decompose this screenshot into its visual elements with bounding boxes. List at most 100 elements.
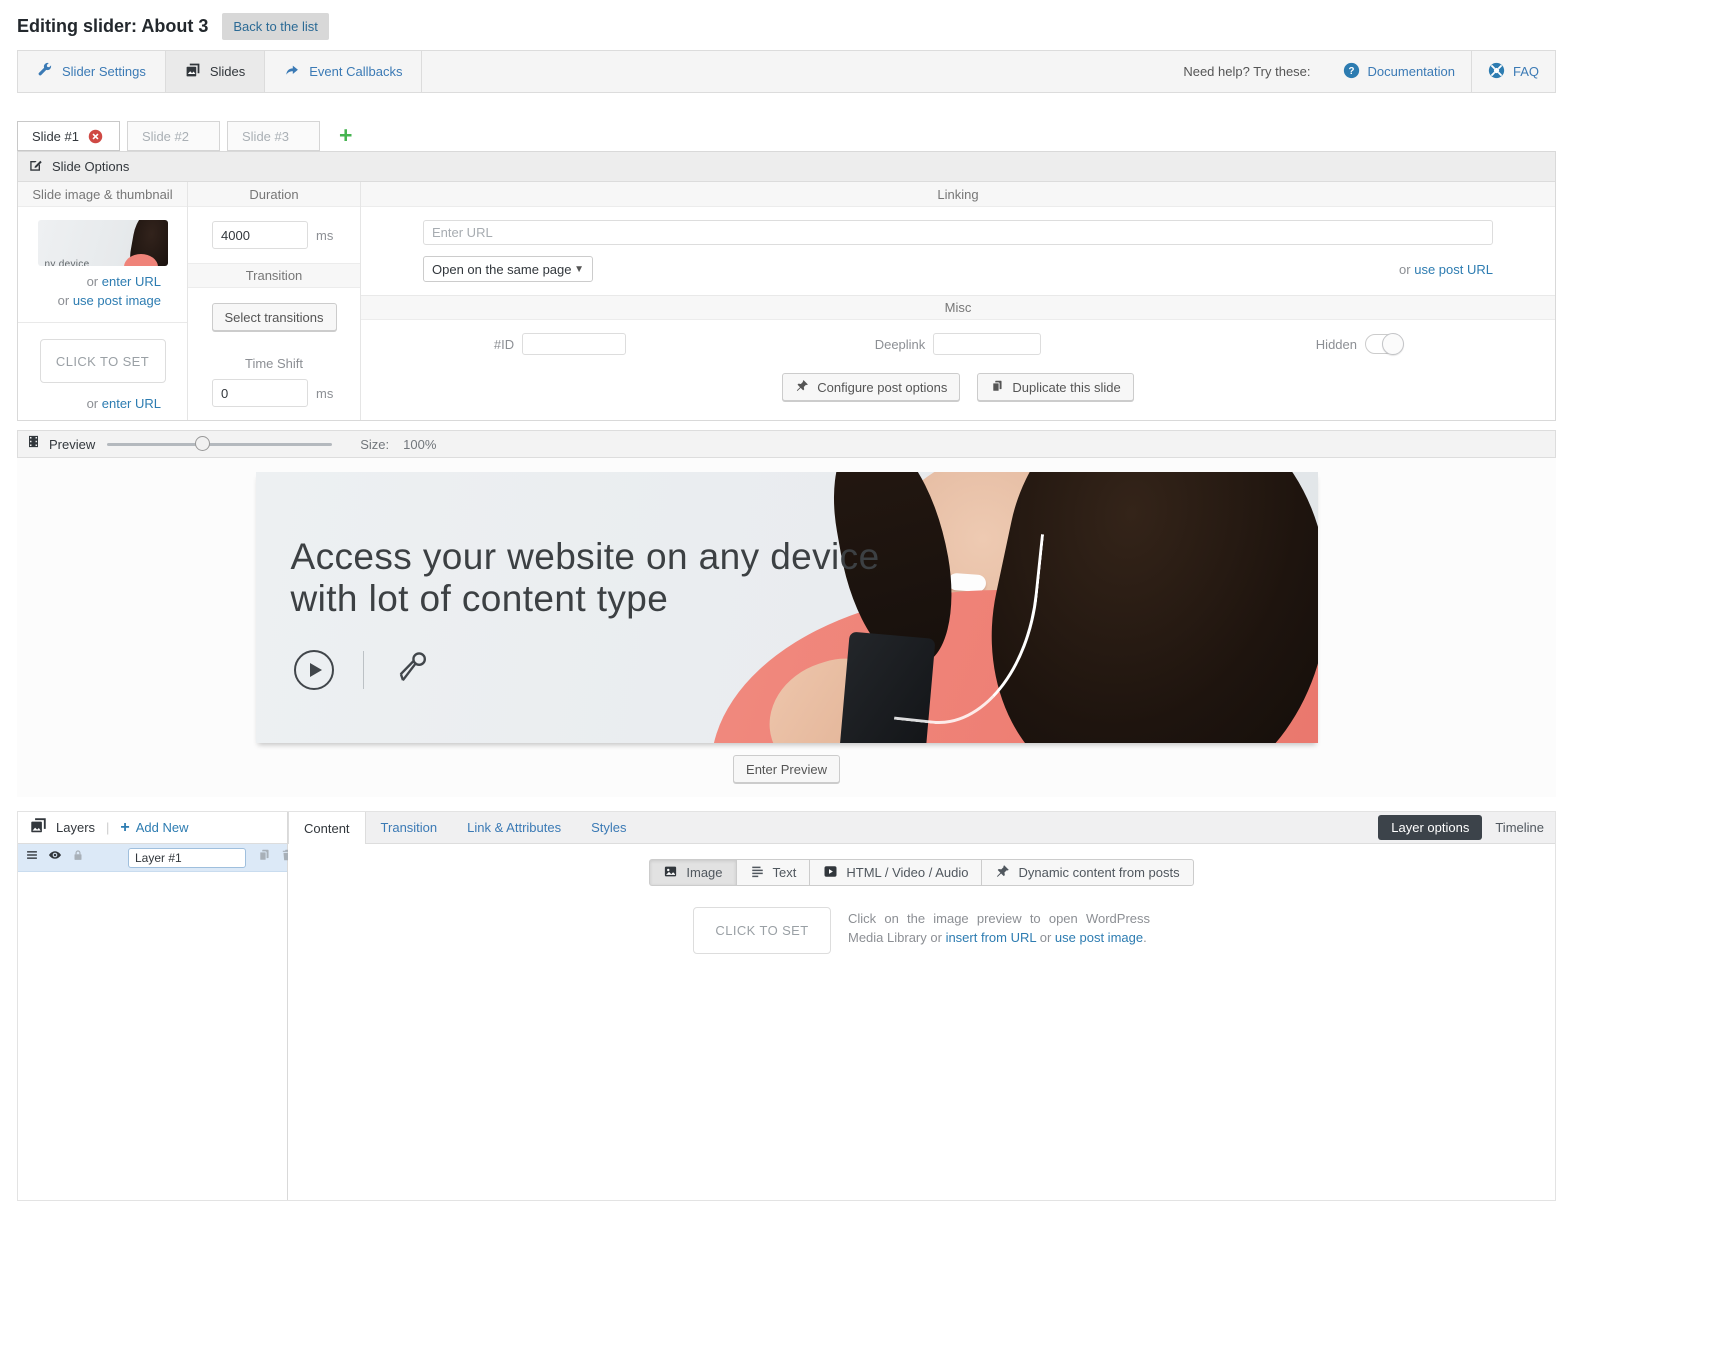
slide-url-input[interactable] [423,220,1493,245]
help-prompt: Need help? Try these: [1183,64,1311,79]
slide-heading-line1: Access your website on any device [290,536,880,577]
faq-link[interactable]: FAQ [1470,51,1555,92]
slide-heading: Access your website on any device with l… [291,536,880,620]
svg-text:?: ? [1348,66,1354,77]
size-value: 100% [403,436,437,452]
layers-icon [30,817,47,839]
lock-icon[interactable] [71,848,85,867]
hidden-toggle[interactable] [1365,333,1404,355]
content-type-html-video-audio[interactable]: HTML / Video / Audio [809,859,983,886]
slide-heading-line2: with lot of content type [290,578,669,620]
duration-header: Duration [188,182,360,207]
thumbnail-partial-text: ny device [44,259,90,266]
content-type-text[interactable]: Text [735,859,811,886]
editor-tab-link-attributes[interactable]: Link & Attributes [452,812,576,843]
timeline-button[interactable]: Timeline [1495,820,1544,835]
slide-tab-1[interactable]: Slide #1 [17,121,120,151]
duration-input[interactable] [212,221,308,249]
use-post-image-link[interactable]: use post image [1055,930,1143,945]
main-nav: Slider Settings Slides Event Callbacks N… [17,50,1556,93]
slide-tab-label: Slide #3 [242,128,289,144]
id-label: #ID [493,336,515,352]
id-input[interactable] [522,333,627,355]
editor-tab-content[interactable]: Content [288,812,366,844]
plus-icon: + [120,818,130,836]
duplicate-layer-icon[interactable] [257,848,271,867]
tab-event-callbacks[interactable]: Event Callbacks [265,51,423,92]
layers-panel: Layers | + Add New [18,812,292,1200]
tab-slider-settings[interactable]: Slider Settings [18,51,166,92]
configure-post-options-button[interactable]: Configure post options [782,373,961,401]
link-target-select[interactable]: Open on the same page ▼ [423,256,593,282]
drag-handle-icon[interactable] [25,848,39,867]
content-type-dynamic-posts[interactable]: Dynamic content from posts [981,859,1194,886]
image-column-header: Slide image & thumbnail [18,182,187,207]
layer-editor: Content Transition Link & Attributes Sty… [288,812,1555,1200]
add-slide-button[interactable]: + [339,122,352,151]
play-icon [293,649,334,690]
divider: | [106,820,110,835]
tab-slides[interactable]: Slides [165,51,266,92]
enter-url-link-2[interactable]: enter URL [102,396,161,411]
slides-icon [185,62,201,81]
layer-name-input[interactable] [128,847,246,868]
editor-tab-transition[interactable]: Transition [366,812,453,843]
preview-size-slider[interactable] [107,435,333,451]
ms-unit: ms [316,227,334,243]
page-title: Editing slider: About 3 [17,16,209,36]
layer-options-button[interactable]: Layer options [1378,815,1483,840]
add-new-layer-button[interactable]: + Add New [120,819,188,837]
pushpin-icon [795,379,809,396]
add-new-label: Add New [135,820,189,835]
hidden-label: Hidden [1315,336,1357,352]
deeplink-input[interactable] [933,333,1042,355]
layer-row[interactable] [18,844,292,872]
time-shift-input[interactable] [212,379,308,407]
slide-options-panel: Slide Options Slide image & thumbnail ny… [17,151,1556,421]
divider [362,650,364,689]
documentation-label: Documentation [1367,64,1455,79]
slide-preview-image[interactable]: Access your website on any device with l… [255,472,1318,743]
select-transitions-button[interactable]: Select transitions [211,303,337,331]
button-label: Configure post options [817,379,948,395]
tab-label: Slides [209,64,246,79]
use-post-image-link[interactable]: use post image [73,293,161,308]
thumbnail-click-to-set[interactable]: CLICK TO SET [39,339,166,383]
enter-preview-button[interactable]: Enter Preview [733,755,840,783]
text-lines-icon [750,864,765,882]
tab-label: Slider Settings [62,64,146,79]
eye-icon[interactable] [48,848,62,867]
size-label: Size: [360,436,390,452]
linking-header: Linking [361,182,1555,207]
slide-tab-3[interactable]: Slide #3 [227,121,320,151]
slider-handle[interactable] [195,435,211,451]
documentation-link[interactable]: ? Documentation [1327,51,1471,92]
slide-tab-2[interactable]: Slide #2 [127,121,220,151]
close-slide-icon[interactable] [88,129,103,144]
slide-options-title: Slide Options [52,159,130,174]
helper-text: . [1143,929,1147,945]
back-to-list-button[interactable]: Back to the list [222,13,329,40]
insert-from-url-link[interactable]: insert from URL [946,930,1037,945]
preview-toolbar: Preview Size: 100% [17,430,1556,458]
pushpin-icon [995,864,1010,882]
editor-tab-styles[interactable]: Styles [576,812,641,843]
chevron-down-icon: ▼ [574,263,584,275]
transition-header: Transition [188,263,360,288]
slide-tab-label: Slide #2 [142,128,189,144]
image-icon [663,864,678,882]
video-icon [823,864,838,882]
content-type-label: Text [772,865,797,880]
time-shift-label: Time Shift [244,356,304,371]
duplicate-slide-button[interactable]: Duplicate this slide [977,373,1134,401]
misc-header: Misc [361,295,1555,320]
link-target-value: Open on the same page [432,261,572,277]
enter-url-link[interactable]: enter URL [102,274,161,289]
use-post-url-link[interactable]: use post URL [1414,262,1493,277]
content-type-image[interactable]: Image [649,859,737,886]
slide-thumbnail[interactable]: ny device [37,220,168,266]
layer-image-click-to-set[interactable]: CLICK TO SET [693,907,831,954]
edit-pen-icon [28,158,43,176]
duplicate-icon [990,379,1004,396]
image-helper-text: Click on the image preview to open WordP… [848,907,1150,948]
